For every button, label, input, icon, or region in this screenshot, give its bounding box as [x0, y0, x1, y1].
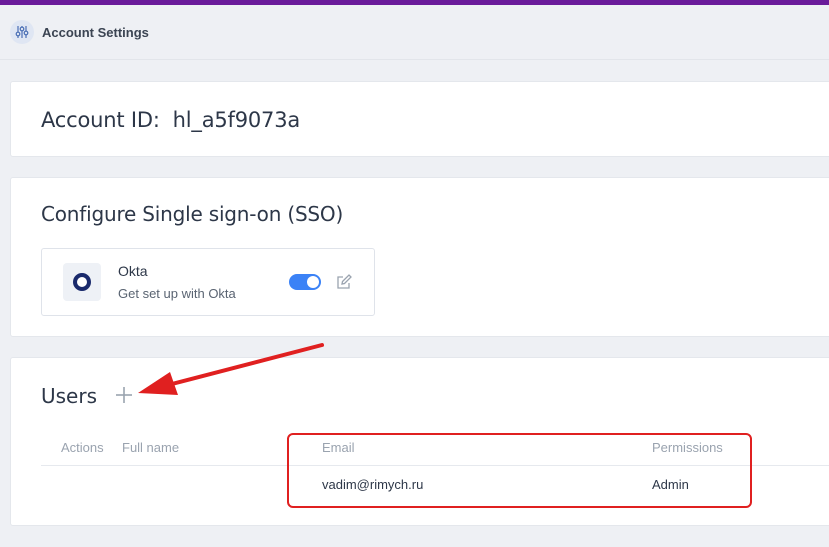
user-email-cell: vadim@rimych.ru	[322, 477, 424, 492]
provider-description: Get set up with Okta	[118, 286, 236, 301]
users-heading: Users	[41, 384, 98, 408]
column-header-full-name: Full name	[122, 440, 180, 455]
account-card: Account ID: hl_a5f9073a	[10, 81, 829, 157]
edit-icon[interactable]	[335, 273, 353, 291]
toggle-knob	[307, 276, 319, 288]
sso-enable-toggle[interactable]	[289, 274, 321, 290]
sliders-icon	[10, 20, 34, 44]
account-id-value: hl_a5f9073a	[172, 108, 301, 132]
sso-card: Configure Single sign-on (SSO) Okta Get …	[10, 177, 829, 337]
page-header: Account Settings	[0, 5, 829, 60]
account-id-label: Account ID:	[41, 108, 160, 132]
provider-name: Okta	[118, 263, 148, 279]
column-header-email: Email	[322, 440, 355, 455]
column-header-actions: Actions	[61, 440, 104, 455]
plus-icon[interactable]	[115, 386, 133, 404]
users-card: Users Actions Full name Email Permission…	[10, 357, 829, 526]
okta-provider-card: Okta Get set up with Okta	[41, 248, 375, 316]
column-header-permissions: Permissions	[652, 440, 723, 455]
page-title: Account Settings	[42, 24, 149, 40]
sso-heading: Configure Single sign-on (SSO)	[41, 202, 344, 226]
table-divider	[41, 465, 829, 466]
okta-logo-icon	[63, 263, 101, 301]
user-permissions-cell: Admin	[652, 477, 689, 492]
account-id-heading: Account ID: hl_a5f9073a	[41, 108, 300, 132]
